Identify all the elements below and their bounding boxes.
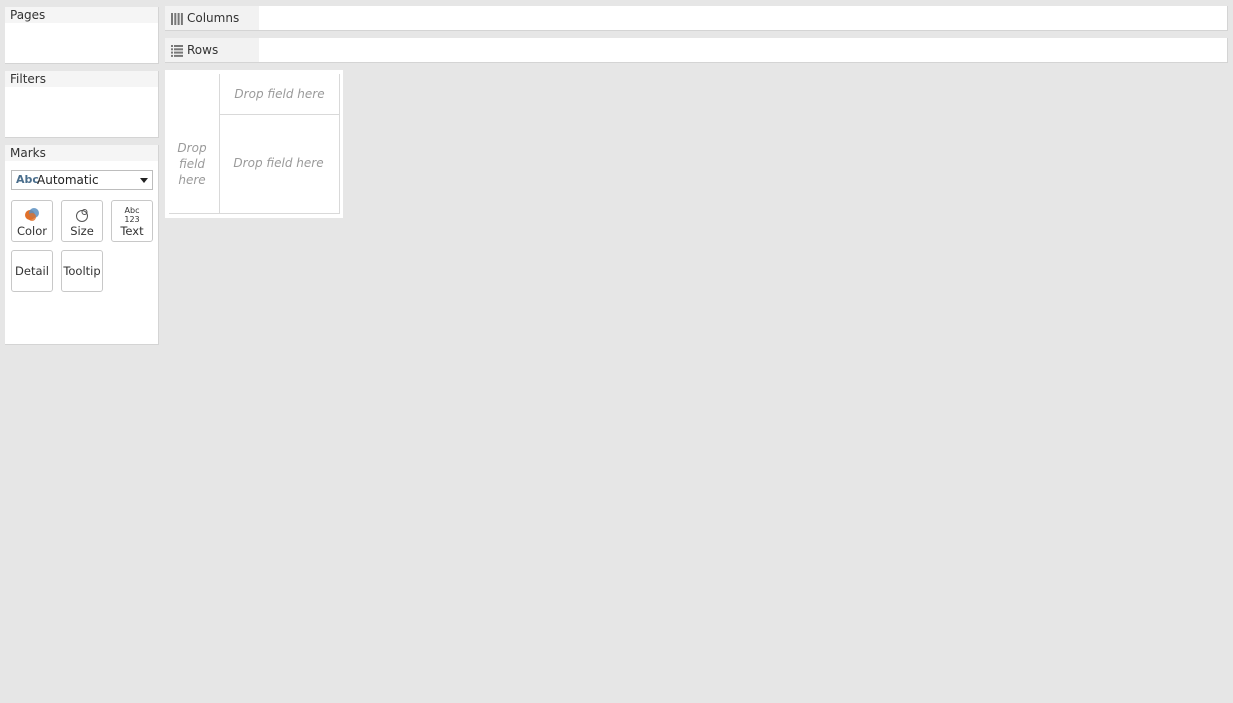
text-button[interactable]: Abc 123 Text	[111, 200, 153, 242]
drop-row-header-line: field	[178, 157, 206, 171]
mark-type-dropdown[interactable]: Abc Automatic	[11, 170, 153, 190]
size-icon	[62, 206, 102, 224]
filters-card[interactable]: Filters	[5, 71, 159, 138]
size-button[interactable]: Size	[61, 200, 103, 242]
marks-card[interactable]: Marks Abc Automatic Color Size Abc 123 T…	[5, 145, 159, 345]
drop-row-header-line: Drop	[177, 141, 207, 155]
drop-row-header[interactable]: Drop field here	[169, 140, 215, 188]
detail-button[interactable]: Detail	[11, 250, 53, 292]
view-divider-bottom	[169, 213, 339, 214]
rows-shelf-label-area: Rows	[165, 38, 259, 62]
columns-icon	[171, 13, 183, 28]
view-divider-right	[339, 74, 340, 214]
drop-main-area[interactable]: Drop field here	[220, 156, 337, 170]
mark-type-value: Automatic	[37, 173, 99, 187]
columns-shelf[interactable]: Columns	[165, 6, 1228, 31]
color-button[interactable]: Color	[11, 200, 53, 242]
chevron-down-icon	[140, 178, 148, 183]
marks-card-title: Marks	[5, 145, 158, 161]
color-icon	[12, 206, 52, 224]
text-icon-line-abc: Abc	[124, 206, 140, 215]
view-area[interactable]: Drop field here Drop field here Drop fie…	[165, 70, 343, 218]
tooltip-button-label: Tooltip	[63, 264, 101, 278]
abc-icon: Abc	[16, 173, 39, 186]
pages-card-title: Pages	[5, 7, 158, 23]
tooltip-button[interactable]: Tooltip	[61, 250, 103, 292]
detail-button-label: Detail	[15, 264, 49, 278]
view-divider-horizontal	[219, 114, 339, 115]
color-button-label: Color	[16, 224, 48, 238]
rows-shelf[interactable]: Rows	[165, 38, 1228, 63]
columns-shelf-label-area: Columns	[165, 6, 259, 30]
columns-shelf-label: Columns	[187, 11, 240, 25]
drop-column-header[interactable]: Drop field here	[220, 87, 339, 101]
rows-icon	[171, 45, 183, 60]
pages-card[interactable]: Pages	[5, 7, 159, 64]
text-icon: Abc 123	[112, 205, 152, 225]
drop-row-header-line: here	[178, 173, 206, 187]
text-button-label: Text	[120, 224, 144, 238]
size-button-label: Size	[70, 224, 94, 238]
text-icon-line-123: 123	[124, 215, 140, 224]
rows-shelf-label: Rows	[187, 43, 219, 57]
filters-card-title: Filters	[5, 71, 158, 87]
